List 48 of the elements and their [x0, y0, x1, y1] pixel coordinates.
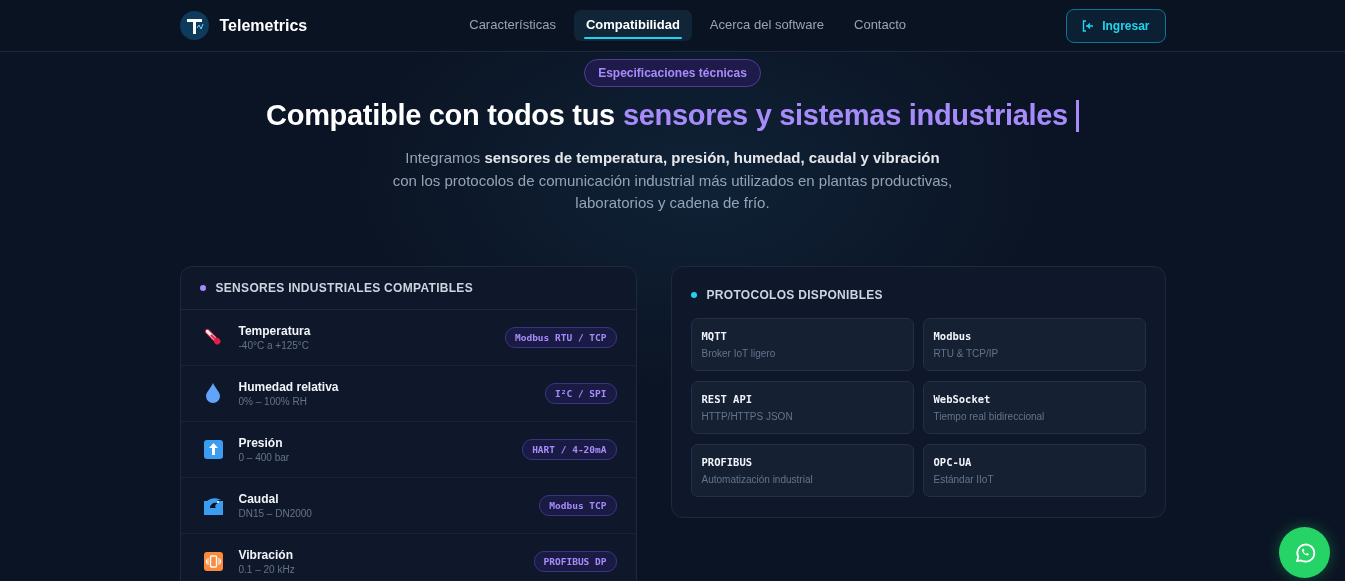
protocol-badge: I²C / SPI [545, 382, 617, 404]
hero-title-highlight: sensores y sistemas industriales [622, 99, 1068, 132]
sensor-name: Temperatura [238, 323, 311, 338]
nav-tab[interactable]: Compatibilidad [573, 10, 692, 41]
panel-title: SENSORES INDUSTRIALES COMPATIBLES [215, 280, 473, 295]
nav-tab[interactable]: Acerca del software [697, 10, 836, 41]
protocol-description: Tiempo real bidireccional [933, 410, 1046, 422]
section-badge: Especificaciones técnicas [584, 59, 761, 87]
sensor-range: -40°C a +125°C [238, 339, 311, 351]
panel-title: PROTOCOLOS DISPONIBLES [706, 287, 883, 302]
brand-name: Telemetrics [219, 16, 308, 35]
text-cursor [1075, 99, 1079, 132]
thermometer-icon [203, 327, 223, 347]
protocol-description: Automatización industrial [701, 473, 814, 485]
hero-title: Compatible con todos tus [266, 99, 615, 132]
login-icon [1082, 19, 1095, 32]
nav-tab[interactable]: Características [457, 10, 568, 41]
protocol-description: RTU & TCP/IP [933, 347, 1000, 359]
protocol-name: REST API [701, 392, 754, 405]
protocol-name: OPC-UA [933, 455, 973, 468]
protocol-badge: HART / 4-20mA [522, 438, 617, 460]
protocol-name: Modbus [933, 329, 973, 342]
protocol-description: Broker IoT ligero [701, 347, 777, 359]
sensor-name: Humedad relativa [238, 379, 339, 394]
protocol-badge: Modbus TCP [539, 494, 617, 516]
logo-icon [179, 11, 209, 40]
protocol-description: Estándar IIoT [933, 473, 995, 485]
chat-button[interactable] [1279, 527, 1330, 578]
nav-tab[interactable]: Contacto [842, 10, 919, 41]
sensor-range: DN15 – DN2000 [238, 507, 312, 519]
bullet-dot-icon [199, 284, 206, 291]
protocol-badge: PROFIBUS DP [533, 550, 617, 572]
sensor-name: Caudal [238, 491, 280, 506]
sensor-name: Presión [238, 435, 284, 450]
protocol-name: PROFIBUS [701, 455, 754, 468]
sensor-range: 0 – 400 bar [238, 451, 290, 463]
protocol-name: WebSocket [933, 392, 992, 405]
protocol-description: HTTP/HTTPS JSON [701, 410, 794, 422]
vibrating-phone-icon [203, 551, 223, 571]
sensor-range: 0% – 100% RH [238, 395, 308, 407]
sensor-name: Vibración [238, 547, 294, 562]
droplet-icon [205, 383, 221, 403]
hero-subtitle: Integramos sensores de temperatura, presión, humedad, caudal y vibración con los protocolos de comunicación industrial más utilizados en plantas productivas, laboratorios y cadena de frío. [392, 148, 953, 213]
protocol-badge: Modbus RTU / TCP [505, 326, 617, 348]
login-button[interactable]: Ingresar [1066, 8, 1166, 43]
protocol-name: MQTT [701, 329, 728, 342]
sensor-range: 0.1 – 20 kHz [238, 563, 295, 575]
bullet-dot-icon [690, 291, 697, 298]
